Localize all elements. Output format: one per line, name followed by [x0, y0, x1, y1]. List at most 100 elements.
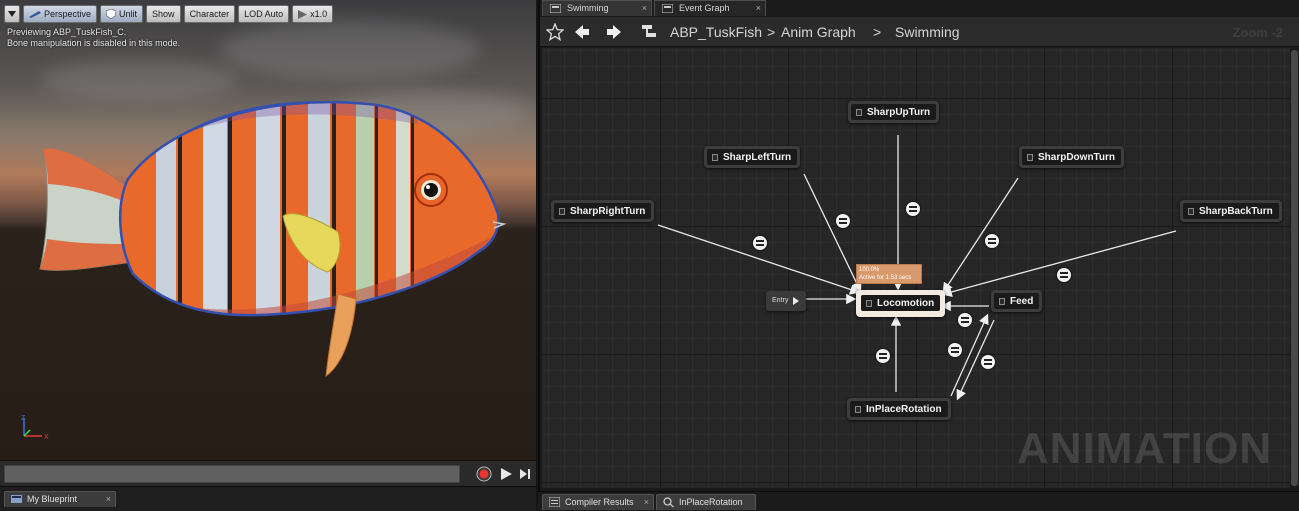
transition-rule-icon[interactable]: [906, 202, 920, 216]
timeline-scrubber[interactable]: [4, 465, 460, 483]
show-label: Show: [152, 9, 175, 19]
state-label: InPlaceRotation: [866, 403, 942, 415]
state-sharp-down-turn[interactable]: SharpDownTurn: [1019, 146, 1125, 168]
transition-rule-icon[interactable]: [836, 214, 850, 228]
star-icon[interactable]: [546, 23, 564, 41]
step-forward-button[interactable]: [518, 466, 534, 482]
play-button[interactable]: [498, 466, 514, 482]
state-icon: [1188, 207, 1194, 215]
playback-speed-label: x1.0: [310, 9, 328, 19]
forward-arrow-icon[interactable]: [605, 23, 623, 41]
state-sharp-left-turn[interactable]: SharpLeftTurn: [704, 146, 801, 168]
compiler-results-icon: [549, 497, 560, 507]
graph-tabbar: Swimming × Event Graph ×: [540, 0, 1299, 16]
state-label: SharpBackTurn: [1199, 205, 1273, 217]
tab-in-place-rotation-details[interactable]: InPlaceRotation (s: [656, 494, 756, 510]
chevron-down-icon: [8, 11, 16, 17]
close-icon[interactable]: ×: [106, 492, 111, 506]
state-sharp-back-turn[interactable]: SharpBackTurn: [1180, 200, 1282, 222]
state-label: SharpUpTurn: [867, 106, 931, 118]
state-locomotion[interactable]: Locomotion: [856, 290, 946, 317]
unlit-button[interactable]: Unlit: [100, 5, 144, 23]
entry-node[interactable]: Entry: [766, 291, 806, 311]
tab-my-blueprint[interactable]: My Blueprint ×: [4, 491, 116, 507]
state-feed[interactable]: Feed: [991, 290, 1043, 312]
breadcrumb-root[interactable]: ABP_TuskFish: [670, 24, 762, 40]
tab-swimming-label: Swimming: [567, 3, 609, 13]
anim-graph-panel: Swimming × Event Graph × ABP_TuskFish > …: [538, 0, 1299, 491]
transition-rule-icon[interactable]: [753, 236, 767, 250]
state-icon: [1027, 153, 1033, 161]
search-icon: [663, 497, 674, 507]
transition-rule-icon[interactable]: [948, 343, 962, 357]
transition-rule-icon[interactable]: [876, 349, 890, 363]
scrollbar-thumb[interactable]: [1291, 50, 1298, 486]
state-icon: [855, 405, 861, 413]
character-label: Character: [189, 9, 230, 19]
transition-rule-icon[interactable]: [1057, 268, 1071, 282]
state-label: SharpRightTurn: [570, 205, 646, 217]
canvas-scrollbar[interactable]: [1290, 48, 1299, 488]
transition-rule-icon[interactable]: [981, 355, 995, 369]
lod-button[interactable]: LOD Auto: [238, 5, 290, 23]
blueprint-icon: [11, 495, 22, 503]
state-icon: [866, 299, 872, 307]
right-bottom-tabbar: Compiler Results × InPlaceRotation (s: [538, 491, 1299, 511]
playback-speed-button[interactable]: x1.0: [292, 5, 334, 23]
zoom-level: Zoom -2: [1232, 25, 1283, 40]
state-machine-canvas[interactable]: SharpUpTurn SharpLeftTurn SharpDownTurn …: [542, 48, 1290, 488]
play-icon: [793, 297, 799, 305]
graph-breadcrumb-bar: ABP_TuskFish > Anim Graph > Swimming Zoo…: [540, 17, 1299, 47]
active-state-tooltip: 100.0% Active for 1.53 secs: [856, 264, 922, 284]
breadcrumb-separator: >: [767, 24, 776, 40]
tab-my-blueprint-label: My Blueprint: [27, 494, 78, 504]
viewport-options-dropdown[interactable]: [4, 5, 20, 23]
tooltip-active-time: Active for 1.53 secs: [859, 275, 912, 281]
tab-in-place-rotation-label: InPlaceRotation (s: [679, 497, 743, 507]
viewport-info-text: Previewing ABP_TuskFish_C. Bone manipula…: [7, 27, 180, 49]
preview-viewport[interactable]: Perspective Unlit Show Character LOD Aut…: [0, 0, 536, 460]
tooltip-weight: 100.0%: [859, 267, 880, 273]
transition-rule-icon[interactable]: [958, 313, 972, 327]
tab-compiler-results[interactable]: Compiler Results ×: [542, 494, 654, 510]
record-button[interactable]: [476, 466, 492, 482]
character-button[interactable]: Character: [183, 5, 236, 23]
viewport-toolbar: Perspective Unlit Show Character LOD Aut…: [4, 5, 334, 23]
close-icon[interactable]: ×: [756, 1, 761, 15]
show-button[interactable]: Show: [146, 5, 181, 23]
close-icon[interactable]: ×: [642, 1, 647, 15]
transition-rule-icon[interactable]: [985, 234, 999, 248]
breadcrumb-separator: >: [873, 24, 882, 40]
breadcrumb-anim-graph[interactable]: Anim Graph: [781, 24, 856, 40]
lod-label: LOD Auto: [244, 9, 284, 19]
state-icon: [999, 297, 1005, 305]
state-label: Locomotion: [877, 297, 935, 309]
close-icon[interactable]: ×: [644, 495, 649, 509]
breadcrumb-swimming[interactable]: Swimming: [895, 24, 960, 40]
tab-compiler-results-label: Compiler Results: [565, 497, 634, 507]
tab-event-graph-label: Event Graph: [679, 3, 730, 13]
preview-status: Previewing ABP_TuskFish_C.: [7, 27, 127, 37]
back-arrow-icon[interactable]: [573, 23, 591, 41]
event-graph-icon: [662, 4, 673, 13]
entry-label: Entry: [772, 297, 789, 304]
gizmo-z-label: Z: [21, 415, 26, 422]
tab-event-graph[interactable]: Event Graph ×: [654, 0, 766, 16]
perspective-button[interactable]: Perspective: [23, 5, 98, 23]
state-label: SharpDownTurn: [1038, 151, 1116, 163]
state-machine-icon: [550, 4, 561, 13]
state-icon: [559, 207, 565, 215]
state-sharp-right-turn[interactable]: SharpRightTurn: [551, 200, 655, 222]
unlit-label: Unlit: [119, 9, 138, 19]
state-in-place-rotation[interactable]: InPlaceRotation: [847, 398, 951, 420]
sky-cloud: [220, 20, 480, 80]
state-label: Feed: [1010, 295, 1034, 307]
left-bottom-tabbar: My Blueprint ×: [0, 486, 536, 511]
tab-swimming[interactable]: Swimming ×: [542, 0, 652, 16]
play-icon: [298, 9, 308, 19]
camera-icon: [29, 11, 41, 18]
playback-bar: [0, 460, 536, 486]
state-icon: [856, 108, 862, 116]
graph-type-watermark: ANIMATION: [1016, 424, 1272, 473]
state-sharp-up-turn[interactable]: SharpUpTurn: [848, 101, 940, 123]
